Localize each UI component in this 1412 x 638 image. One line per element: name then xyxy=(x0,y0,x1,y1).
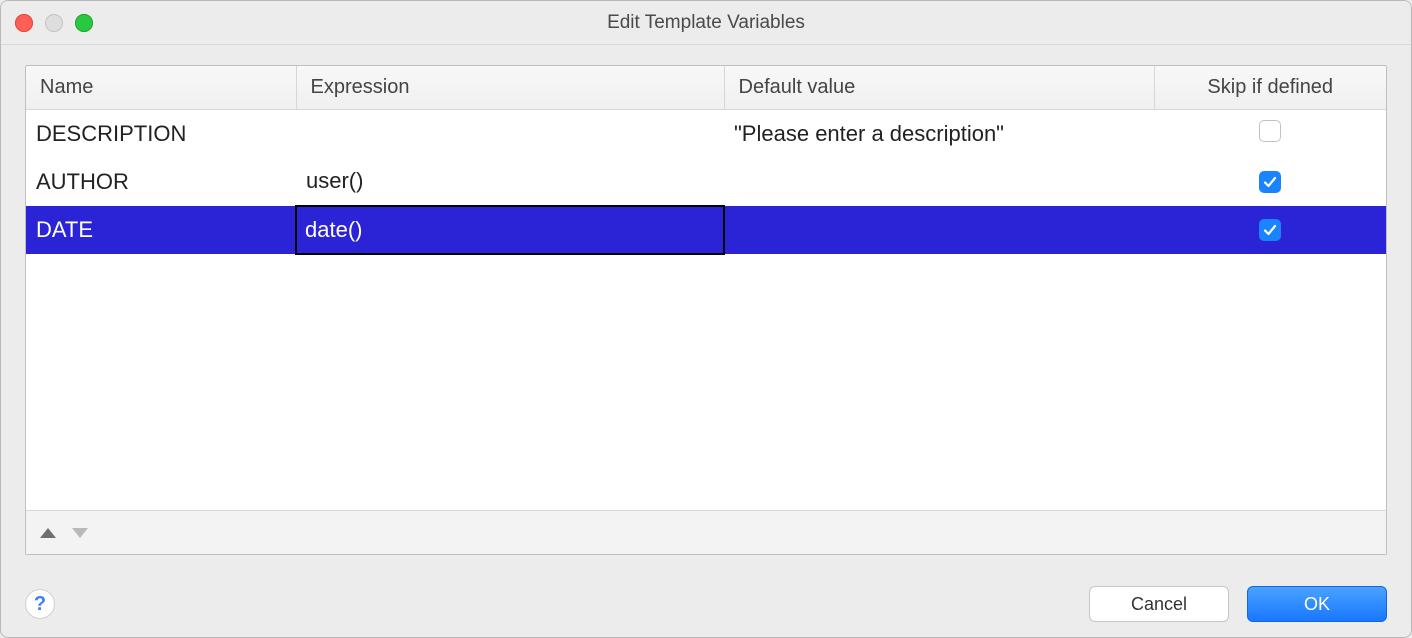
table-header-row: Name Expression Default value Skip if de… xyxy=(26,66,1386,110)
dialog-content: Name Expression Default value Skip if de… xyxy=(1,45,1411,571)
reorder-toolbar xyxy=(26,510,1386,554)
ok-button[interactable]: OK xyxy=(1247,586,1387,622)
titlebar: Edit Template Variables xyxy=(1,1,1411,45)
col-skip-if-defined[interactable]: Skip if defined xyxy=(1154,66,1386,110)
table-row[interactable]: DESCRIPTION "Please enter a description" xyxy=(26,110,1386,158)
dialog-window: Edit Template Variables Name Expression … xyxy=(0,0,1412,638)
cell-default-value[interactable] xyxy=(724,158,1154,206)
cell-default-value[interactable]: "Please enter a description" xyxy=(724,110,1154,158)
checkbox[interactable] xyxy=(1259,171,1281,193)
table-empty-area[interactable] xyxy=(26,255,1386,511)
table-body: DESCRIPTION"Please enter a description"A… xyxy=(26,110,1386,254)
checkbox[interactable] xyxy=(1259,219,1281,241)
cell-expression[interactable] xyxy=(296,110,724,158)
cell-skip-if-defined[interactable] xyxy=(1154,110,1386,158)
table-row[interactable]: DATEdate() xyxy=(26,206,1386,254)
help-button[interactable]: ? xyxy=(25,589,55,619)
cell-name[interactable]: AUTHOR xyxy=(26,158,296,206)
move-up-icon[interactable] xyxy=(40,528,56,538)
cancel-button[interactable]: Cancel xyxy=(1089,586,1229,622)
cell-skip-if-defined[interactable] xyxy=(1154,158,1386,206)
col-default-value[interactable]: Default value xyxy=(724,66,1154,110)
col-expression[interactable]: Expression xyxy=(296,66,724,110)
cell-skip-if-defined[interactable] xyxy=(1154,206,1386,254)
cell-name[interactable]: DATE xyxy=(26,206,296,254)
cell-expression[interactable]: date() xyxy=(296,206,724,254)
dialog-footer: ? Cancel OK xyxy=(1,571,1411,637)
col-name[interactable]: Name xyxy=(26,66,296,110)
move-down-icon[interactable] xyxy=(72,528,88,538)
cell-expression[interactable]: user() xyxy=(296,158,724,206)
table-row[interactable]: AUTHORuser() xyxy=(26,158,1386,206)
cell-default-value[interactable] xyxy=(724,206,1154,254)
cell-name[interactable]: DESCRIPTION xyxy=(26,110,296,158)
window-title: Edit Template Variables xyxy=(1,12,1411,34)
variables-table-wrap: Name Expression Default value Skip if de… xyxy=(25,65,1387,555)
variables-table: Name Expression Default value Skip if de… xyxy=(26,66,1386,255)
checkbox[interactable] xyxy=(1259,120,1281,142)
